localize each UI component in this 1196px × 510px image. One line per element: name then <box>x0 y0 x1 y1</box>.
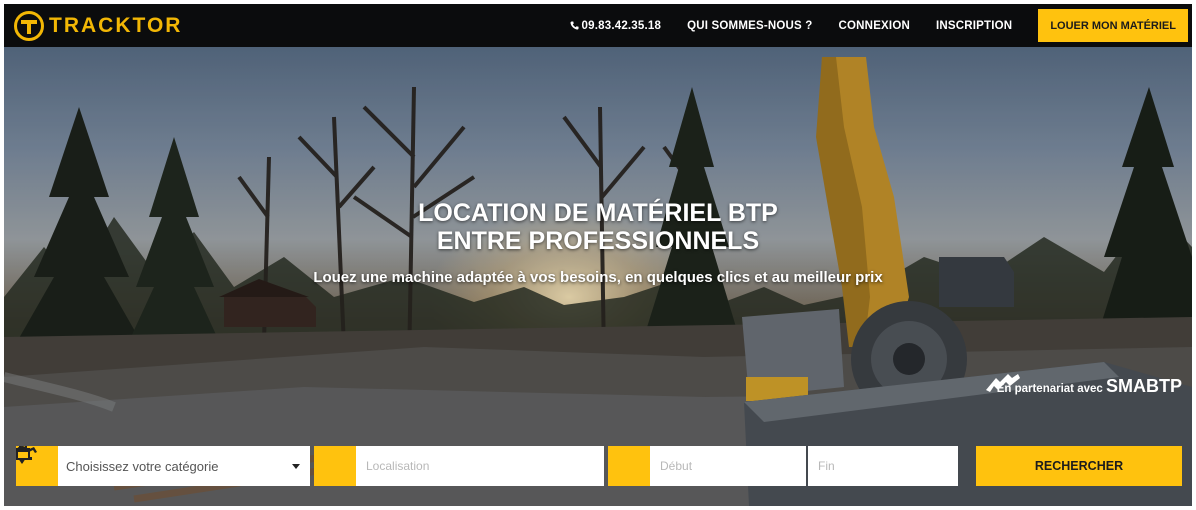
page: TRACKTOR 09.83.42.35.18 QUI SOMMES-NOUS … <box>4 4 1192 506</box>
location-input[interactable]: Localisation <box>356 459 429 473</box>
hero-title-line2: ENTRE PROFESSIONNELS <box>436 227 760 255</box>
search-button[interactable]: RECHERCHER <box>976 446 1182 486</box>
smabtp-logo-icon <box>986 374 1020 392</box>
brand-name: TRACKTOR <box>49 13 183 37</box>
logo-icon <box>14 10 44 41</box>
category-select-value: Choisissez votre catégorie <box>66 458 219 474</box>
end-date-input[interactable]: Fin <box>808 459 835 473</box>
search-bar: Choisissez votre catégorie Localisation <box>16 446 1182 486</box>
nav-links: 09.83.42.35.18 QUI SOMMES-NOUS ? CONNEXI… <box>570 4 1192 47</box>
hero-title: LOCATION DE MATÉRIEL BTP ENTRE PROFESSIO… <box>4 199 1192 255</box>
chevron-down-icon <box>292 463 300 469</box>
phone-number: 09.83.42.35.18 <box>581 19 662 32</box>
rent-my-equipment-button[interactable]: LOUER MON MATÉRIEL <box>1038 9 1188 42</box>
hero-subtitle: Louez une machine adaptée à vos besoins,… <box>313 269 883 286</box>
hero-title-line1: LOCATION DE MATÉRIEL BTP <box>418 199 778 227</box>
phone-link[interactable]: 09.83.42.35.18 <box>570 20 662 32</box>
nav-link-signup[interactable]: INSCRIPTION <box>936 20 1012 32</box>
phone-icon <box>570 21 579 30</box>
nav-link-about[interactable]: QUI SOMMES-NOUS ? <box>687 20 812 32</box>
partner-badge[interactable]: En partenariat avec SMABTP <box>982 372 1182 397</box>
map-pin-icon <box>16 446 356 486</box>
start-date-field[interactable]: Début <box>16 446 806 486</box>
top-navbar: TRACKTOR 09.83.42.35.18 QUI SOMMES-NOUS … <box>4 4 1192 47</box>
location-field[interactable]: Localisation <box>16 446 604 486</box>
calendar-icon <box>16 446 650 486</box>
brand-logo[interactable]: TRACKTOR <box>14 4 182 47</box>
nav-link-login[interactable]: CONNEXION <box>839 20 910 32</box>
partner-name: SMABTP <box>1106 376 1182 396</box>
category-select[interactable]: Choisissez votre catégorie <box>16 446 310 486</box>
start-date-input[interactable]: Début <box>650 459 692 473</box>
hero-banner: LOCATION DE MATÉRIEL BTP ENTRE PROFESSIO… <box>4 47 1192 506</box>
end-date-field[interactable]: Fin <box>808 446 958 486</box>
